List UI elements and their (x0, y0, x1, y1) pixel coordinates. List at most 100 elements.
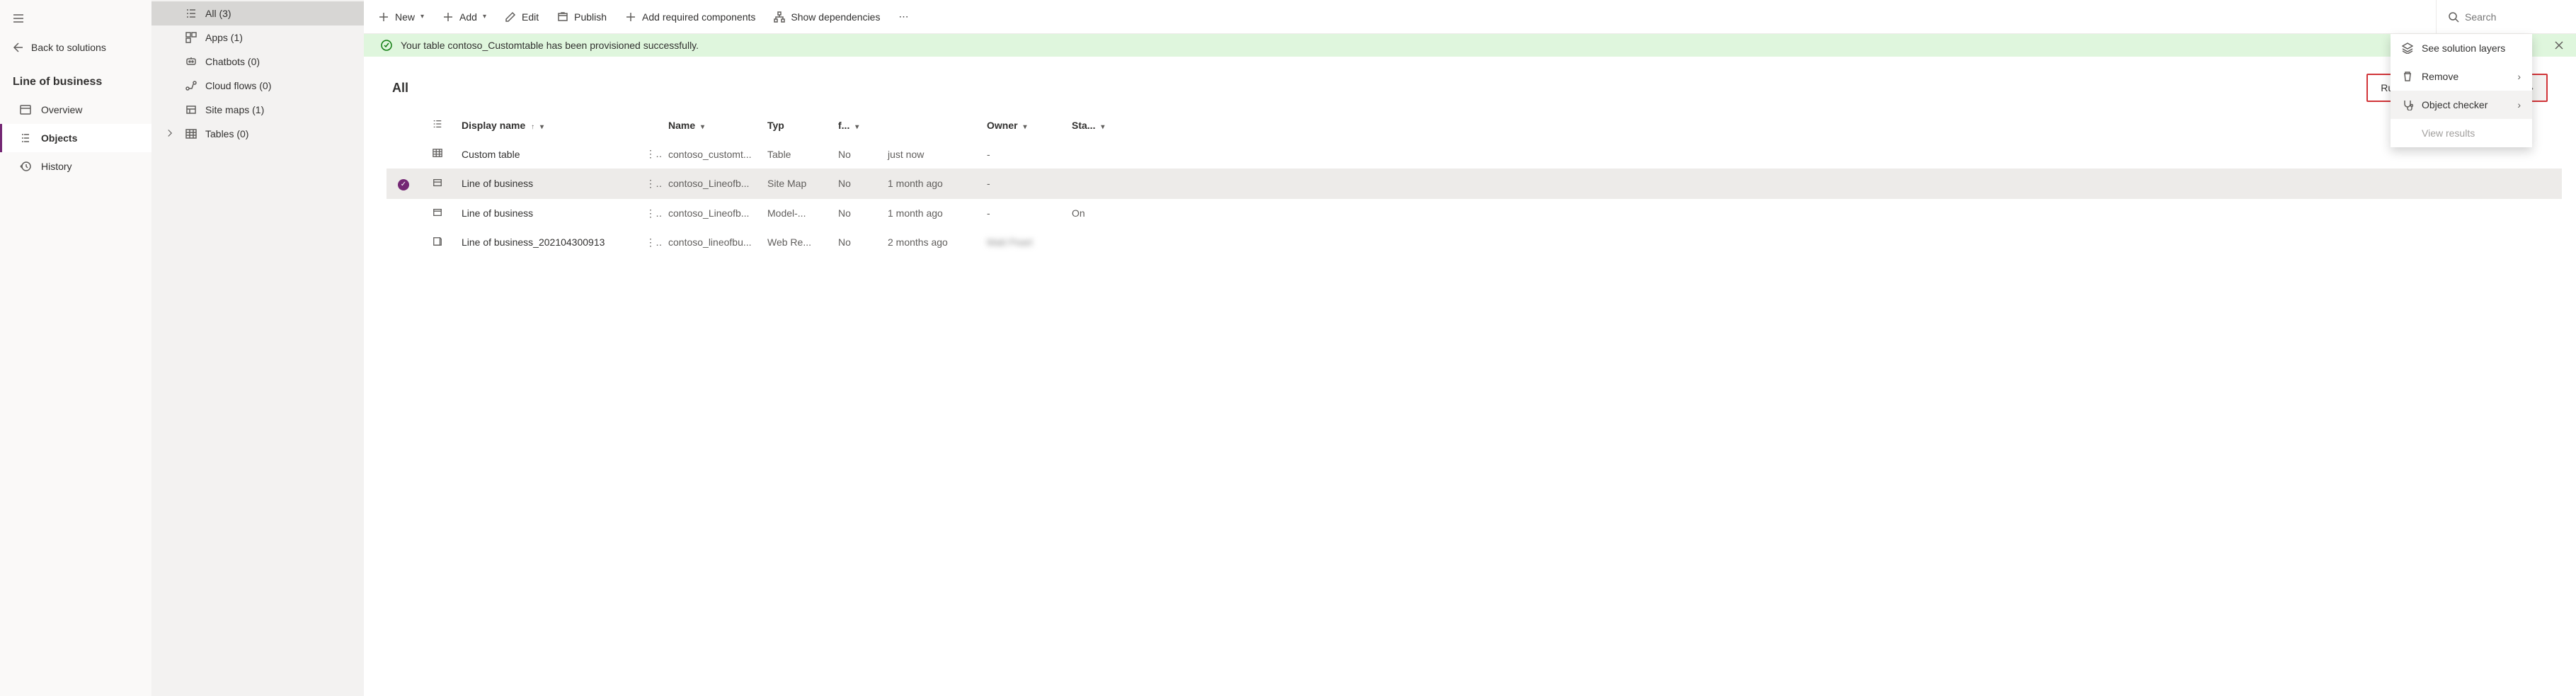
cell-f: No (831, 228, 881, 257)
cell-name: contoso_lineofbu... (661, 228, 760, 257)
show-dependencies-button[interactable]: Show dependencies (765, 1, 888, 33)
cell-type: Model-... (760, 199, 831, 228)
ctx-label: View results (2422, 127, 2475, 139)
plus-icon (442, 11, 454, 23)
sitemap-icon (433, 178, 442, 188)
cmd-label: Show dependencies (791, 11, 880, 23)
close-notification-button[interactable] (2553, 40, 2565, 53)
table-row[interactable]: Line of business ⋮ contoso_Lineofb... Mo… (387, 199, 2562, 228)
chevron-right-icon[interactable] (166, 128, 174, 139)
edit-button[interactable]: Edit (496, 1, 547, 33)
add-button[interactable]: Add ▾ (434, 1, 495, 33)
dependencies-icon (774, 11, 785, 23)
table-row[interactable]: Line of business_202104300913 ⋮ contoso_… (387, 228, 2562, 257)
cell-type: Web Re... (760, 228, 831, 257)
cmd-label: New (395, 11, 415, 23)
cell-owner: - (980, 139, 1065, 169)
tree-item-sitemaps[interactable]: Site maps (1) (151, 98, 364, 122)
row-select[interactable] (387, 199, 420, 228)
tree-item-tables[interactable]: Tables (0) (151, 122, 364, 146)
chevron-down-icon: ▾ (420, 13, 424, 21)
cell-name: contoso_Lineofb... (661, 199, 760, 228)
row-select[interactable] (387, 228, 420, 257)
overflow-context-menu: See solution layers Remove › Object chec… (2391, 34, 2532, 147)
chevron-down-icon: ▾ (1023, 123, 1026, 131)
pencil-icon (505, 11, 516, 23)
publish-button[interactable]: Publish (549, 1, 615, 33)
page-title: All (392, 81, 408, 96)
nav-item-label: Overview (41, 104, 82, 115)
tree-item-label: Apps (1) (205, 32, 243, 43)
cell-f: No (831, 139, 881, 169)
header-modified[interactable] (881, 110, 980, 139)
header-owner[interactable]: Owner ▾ (980, 110, 1065, 139)
flow-icon (185, 80, 197, 91)
trash-icon (2402, 71, 2413, 82)
ctx-label: Object checker (2422, 99, 2488, 110)
add-required-components-button[interactable]: Add required components (617, 1, 764, 33)
back-to-solutions-link[interactable]: Back to solutions (0, 32, 151, 63)
selected-check-icon: ✓ (398, 179, 409, 190)
tree-item-label: All (3) (205, 8, 231, 19)
nav-overview[interactable]: Overview (0, 96, 151, 124)
tree-item-label: Cloud flows (0) (205, 80, 271, 91)
cell-status: On (1065, 199, 1121, 228)
tree-item-chatbots[interactable]: Chatbots (0) (151, 50, 364, 74)
tree-item-apps[interactable]: Apps (1) (151, 25, 364, 50)
cell-modified: just now (881, 139, 980, 169)
cmd-label: Add required components (642, 11, 755, 23)
header-name[interactable]: Name ▾ (661, 110, 760, 139)
table-row[interactable]: ✓ Line of business ⋮ contoso_Lineofb... … (387, 169, 2562, 199)
plus-icon (625, 11, 636, 23)
header-type[interactable]: Typ (760, 110, 831, 139)
close-icon (2553, 40, 2565, 51)
history-icon (20, 161, 31, 172)
ctx-label: Remove (2422, 71, 2458, 82)
sitemap-icon (185, 104, 197, 115)
cell-display-name: Line of business (454, 169, 639, 199)
row-actions-button[interactable]: ⋮ (639, 228, 661, 257)
header-select[interactable] (387, 110, 420, 139)
webresource-icon (433, 236, 442, 246)
object-tree: All (3) Apps (1) Chatbots (0) Cloud flow… (151, 0, 364, 696)
row-select[interactable]: ✓ (387, 169, 420, 199)
table-icon (433, 148, 442, 158)
menu-object-checker[interactable]: Object checker › (2391, 91, 2532, 119)
search-input[interactable] (2465, 11, 2550, 23)
header-icon[interactable] (420, 110, 454, 139)
row-actions-button[interactable]: ⋮ (639, 139, 661, 169)
table-row[interactable]: Custom table ⋮ contoso_customt... Table … (387, 139, 2562, 169)
search-icon (2448, 11, 2459, 23)
cell-display-name: Custom table (454, 139, 639, 169)
success-notification: Your table contoso_Customtable has been … (364, 34, 2576, 57)
cell-type: Site Map (760, 169, 831, 199)
overflow-menu-button[interactable]: ⋯ (890, 1, 918, 33)
nav-objects[interactable]: Objects (0, 124, 151, 152)
cell-modified: 1 month ago (881, 169, 980, 199)
row-actions-button[interactable]: ⋮ (639, 169, 661, 199)
tree-item-cloud-flows[interactable]: Cloud flows (0) (151, 74, 364, 98)
new-button[interactable]: New ▾ (370, 1, 433, 33)
list-icon (433, 119, 442, 129)
nav-history[interactable]: History (0, 152, 151, 181)
menu-see-solution-layers[interactable]: See solution layers (2391, 34, 2532, 62)
search-zone[interactable] (2436, 0, 2570, 34)
cell-name: contoso_Lineofb... (661, 169, 760, 199)
cell-status (1065, 228, 1121, 257)
chevron-down-icon: ▾ (855, 123, 859, 131)
header-status[interactable]: Sta... ▾ (1065, 110, 1121, 139)
table-icon (185, 128, 197, 139)
overview-icon (20, 104, 31, 115)
chevron-down-icon: ▾ (483, 13, 486, 21)
header-f[interactable]: f... ▾ (831, 110, 881, 139)
cell-status (1065, 169, 1121, 199)
row-select[interactable] (387, 139, 420, 169)
main-area: New ▾ Add ▾ Edit Publish Add required co… (364, 0, 2576, 696)
tree-item-all[interactable]: All (3) (151, 1, 364, 25)
plus-icon (378, 11, 389, 23)
row-actions-button[interactable]: ⋮ (639, 199, 661, 228)
back-label: Back to solutions (31, 42, 106, 53)
hamburger-button[interactable] (0, 7, 151, 32)
menu-remove[interactable]: Remove › (2391, 62, 2532, 91)
header-display-name[interactable]: Display name ↑ ▾ (454, 110, 639, 139)
